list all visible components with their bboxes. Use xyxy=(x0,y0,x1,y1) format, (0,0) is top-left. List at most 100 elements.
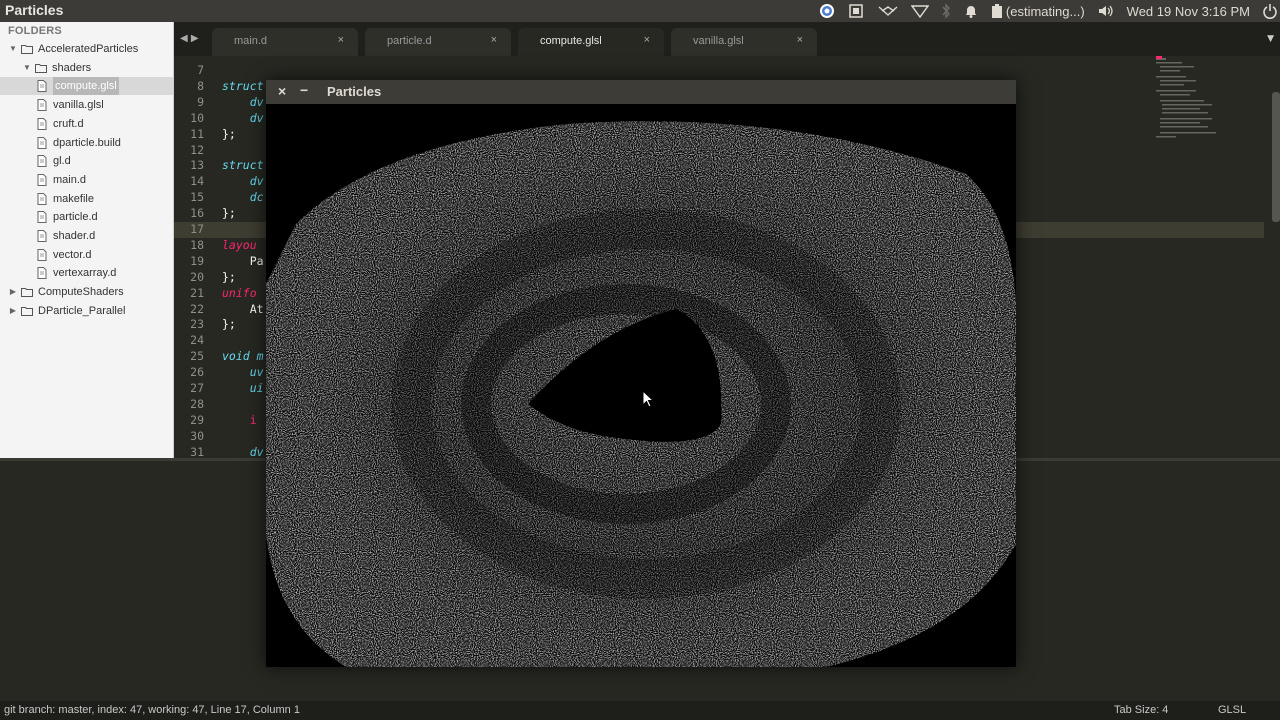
tree-file[interactable]: gl.d xyxy=(36,152,71,170)
particle-render-canvas[interactable] xyxy=(266,104,1016,667)
folder-icon xyxy=(35,63,47,73)
tree-item-label: gl.d xyxy=(53,155,71,168)
line-number: 15 xyxy=(190,190,204,205)
tree-folder[interactable]: ▼ AcceleratedParticles xyxy=(8,40,138,58)
line-number: 7 xyxy=(197,63,204,77)
tab-main-d[interactable]: main.d × xyxy=(212,28,358,56)
clock[interactable]: Wed 19 Nov 3:16 PM xyxy=(1127,4,1250,19)
line-number: 29 xyxy=(190,412,204,427)
tree-file[interactable]: cruft.d xyxy=(36,115,84,133)
code-line: i xyxy=(222,412,257,427)
tree-file[interactable]: vertexarray.d xyxy=(36,264,116,282)
tab-bar: ◀ ▶ main.d × particle.d × compute.glsl ×… xyxy=(174,22,1280,56)
tab-label: compute.glsl xyxy=(540,35,602,47)
chevron-right-icon[interactable]: ▶ xyxy=(8,302,18,320)
line-number: 13 xyxy=(190,158,204,173)
file-icon xyxy=(37,192,47,205)
chevron-down-icon[interactable]: ▼ xyxy=(22,59,32,77)
network-icon[interactable] xyxy=(877,3,899,19)
tree-item-label: vector.d xyxy=(53,248,92,261)
sidebar: FOLDERS ▼ AcceleratedParticles ▼ shaders com… xyxy=(0,22,174,458)
line-number: 22 xyxy=(190,301,204,316)
tree-item-label: dparticle.build xyxy=(53,136,121,149)
file-icon xyxy=(37,99,47,112)
minimap[interactable] xyxy=(1152,56,1242,156)
close-icon[interactable]: × xyxy=(644,34,650,46)
file-icon xyxy=(37,80,47,93)
tab-particle-d[interactable]: particle.d × xyxy=(365,28,511,56)
code-line: dv xyxy=(222,174,264,189)
code-line: }; xyxy=(222,317,236,332)
line-number: 19 xyxy=(190,253,204,268)
syntax-selector[interactable]: GLSL xyxy=(1218,701,1246,720)
bluetooth-icon[interactable] xyxy=(941,3,951,19)
app-title: Particles xyxy=(5,2,64,18)
tree-item-label: compute.glsl xyxy=(53,77,119,96)
code-line: struct xyxy=(222,78,264,93)
tree-item-label: vanilla.glsl xyxy=(53,99,104,112)
code-line: dc xyxy=(222,190,264,205)
tab-vanilla-glsl[interactable]: vanilla.glsl × xyxy=(671,28,817,56)
code-line: At xyxy=(222,301,264,316)
code-line: struct xyxy=(222,158,264,173)
line-number: 18 xyxy=(190,237,204,252)
wifi-icon[interactable] xyxy=(910,3,929,19)
chevron-down-icon[interactable]: ▼ xyxy=(8,40,18,58)
file-icon xyxy=(37,230,47,242)
cpu-icon[interactable] xyxy=(847,3,865,19)
code-line: }; xyxy=(222,126,236,141)
tree-item-label: shaders xyxy=(52,61,92,74)
tree-file[interactable]: dparticle.build xyxy=(36,134,121,152)
tree-file[interactable]: particle.d xyxy=(36,208,98,226)
line-number: 30 xyxy=(190,428,204,443)
file-icon xyxy=(37,136,47,149)
line-number: 21 xyxy=(190,285,204,300)
chevron-right-icon[interactable]: ▶ xyxy=(8,283,18,301)
line-number: 14 xyxy=(190,174,204,189)
tab-nav-arrows-icon[interactable]: ◀ ▶ xyxy=(180,33,199,44)
close-icon[interactable]: × xyxy=(491,34,497,46)
code-line: ui xyxy=(222,381,264,395)
code-line: Pa xyxy=(222,253,264,268)
tree-file[interactable]: main.d xyxy=(36,171,86,189)
close-icon[interactable]: × xyxy=(338,34,344,46)
tab-compute-glsl[interactable]: compute.glsl × xyxy=(518,28,664,56)
line-number: 17 xyxy=(190,222,204,236)
code-line: dv xyxy=(222,110,264,125)
tree-file[interactable]: vanilla.glsl xyxy=(36,96,104,114)
line-number: 26 xyxy=(190,365,204,380)
line-number: 10 xyxy=(190,110,204,125)
mouse-cursor-icon xyxy=(642,390,654,408)
tree-file[interactable]: shader.d xyxy=(36,227,95,245)
bell-icon[interactable] xyxy=(963,3,979,19)
tab-label: vanilla.glsl xyxy=(693,35,744,47)
chrome-icon[interactable] xyxy=(819,3,835,19)
particles-titlebar[interactable]: × − Particles xyxy=(266,80,1016,104)
editor-scrollbar[interactable] xyxy=(1272,92,1280,222)
line-number: 20 xyxy=(190,269,204,284)
power-icon[interactable] xyxy=(1262,3,1278,19)
particles-window[interactable]: × − Particles xyxy=(266,80,1016,667)
status-git-info: git branch: master, index: 47, working: … xyxy=(4,704,300,716)
code-line: dv xyxy=(222,94,264,109)
volume-icon[interactable] xyxy=(1097,3,1115,19)
top-panel: Particles (estimating...) Wed 19 Nov 3:1… xyxy=(0,0,1280,22)
file-icon xyxy=(37,173,47,186)
tree-folder[interactable]: ▶ DParticle_Parallel xyxy=(8,302,126,320)
close-icon[interactable]: × xyxy=(278,83,286,99)
line-number: 11 xyxy=(190,126,204,141)
tree-item-label: DParticle_Parallel xyxy=(38,304,126,317)
tab-menu-icon[interactable]: ▼ xyxy=(1267,34,1274,44)
code-line: unifo xyxy=(222,285,257,300)
tree-file[interactable]: makefile xyxy=(36,190,94,208)
code-line: }; xyxy=(222,269,236,284)
close-icon[interactable]: × xyxy=(797,34,803,46)
tree-folder[interactable]: ▼ shaders xyxy=(22,59,91,77)
line-number: 12 xyxy=(190,142,204,157)
battery-icon[interactable]: (estimating...) xyxy=(991,3,1085,19)
tree-file[interactable]: compute.glsl xyxy=(0,77,173,96)
tree-file[interactable]: vector.d xyxy=(36,246,92,264)
tree-folder[interactable]: ▶ ComputeShaders xyxy=(8,283,124,301)
tab-size-selector[interactable]: Tab Size: 4 xyxy=(1114,701,1168,720)
minimize-icon[interactable]: − xyxy=(300,82,308,98)
